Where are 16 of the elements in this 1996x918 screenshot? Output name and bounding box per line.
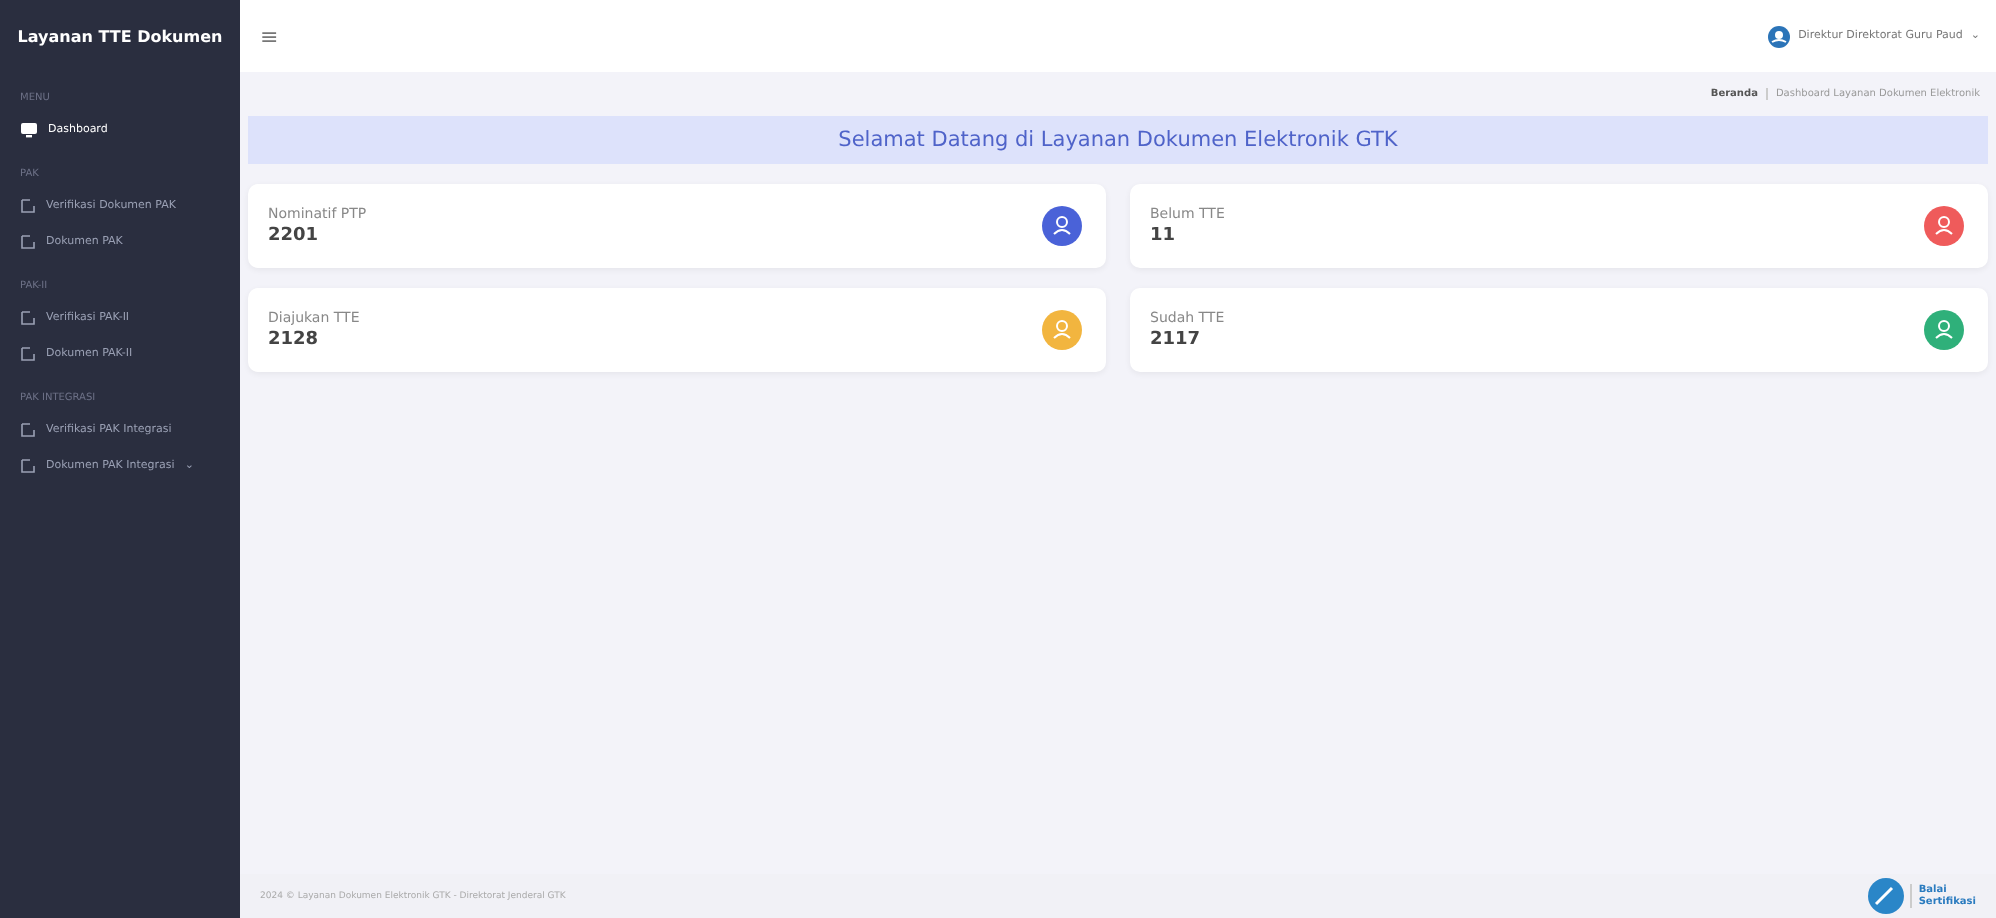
app-title: Layanan TTE Dokumen: [15, 25, 225, 50]
menu-icon[interactable]: ≡: [260, 23, 279, 49]
stat-value: 2117: [1150, 330, 1203, 350]
edit-icon: [20, 458, 36, 474]
edit-icon: [20, 310, 36, 326]
monitor-icon: [20, 122, 38, 138]
edit-icon: [20, 234, 36, 250]
edit-icon: [20, 346, 36, 362]
edit-icon: [20, 198, 36, 214]
stat-value: 2128: [268, 330, 321, 350]
welcome-banner: Selamat Datang di Layanan Dokumen Elektronik GTK: [248, 116, 1988, 164]
edit-icon: [20, 422, 36, 438]
stat-value: 11: [1150, 226, 1178, 246]
avatar-icon[interactable]: [1768, 25, 1791, 47]
stat-value: 2201: [268, 226, 321, 246]
logo-icon: [1868, 878, 1905, 914]
